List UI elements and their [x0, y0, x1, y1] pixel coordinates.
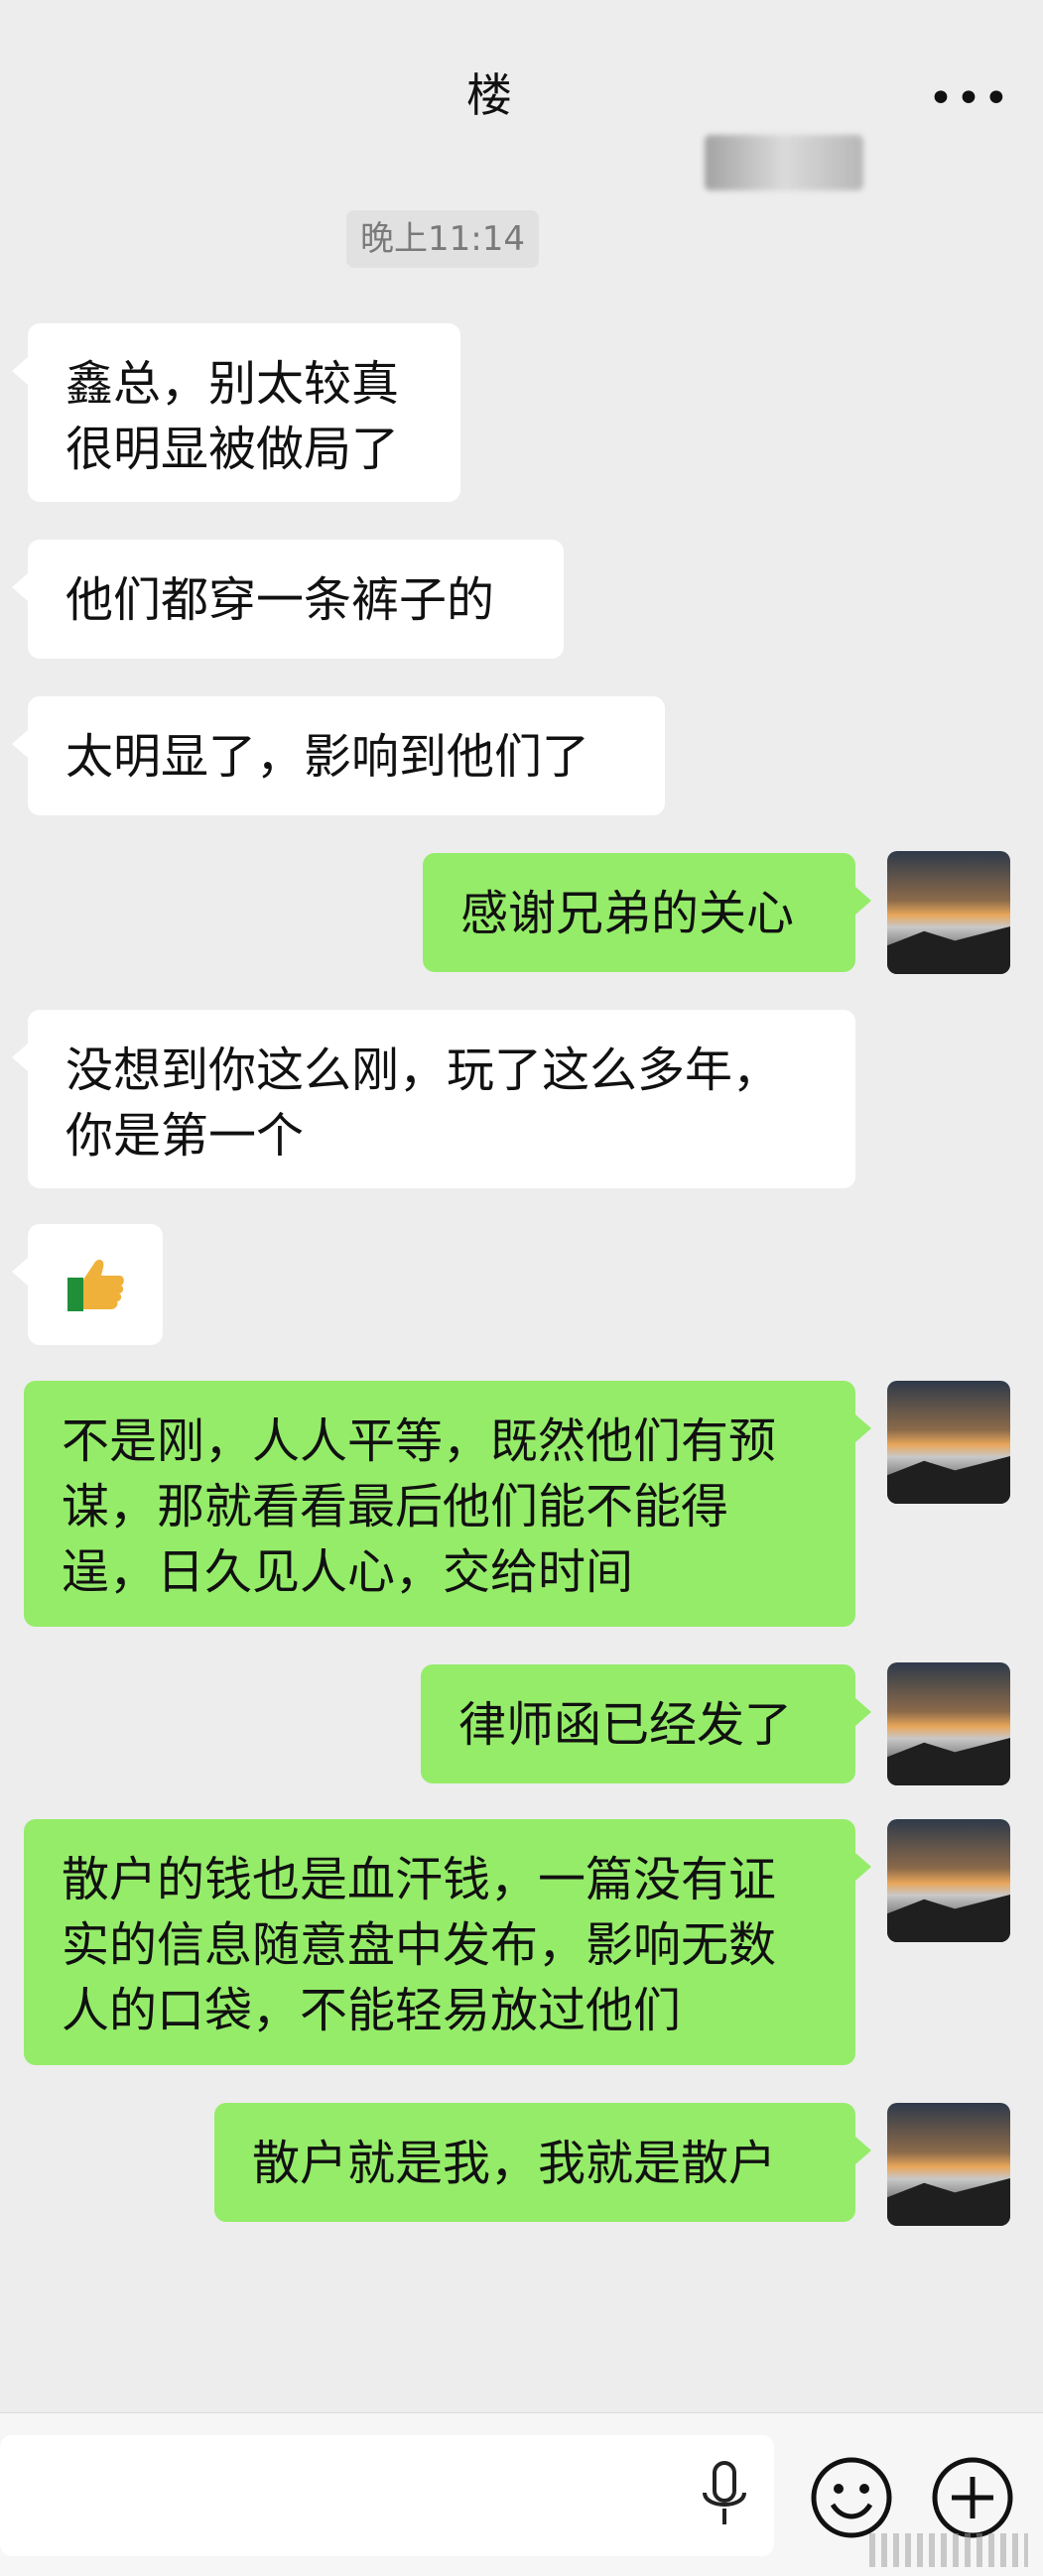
avatar[interactable] — [887, 1381, 1010, 1504]
message-bubble[interactable]: 散户的钱也是血汗钱，一篇没有证 实的信息随意盘中发布，影响无数 人的口袋，不能轻… — [24, 1819, 871, 2065]
thumbs-up-icon — [67, 1260, 124, 1311]
blurred-name — [705, 135, 863, 190]
message-bubble[interactable]: 散户就是我，我就是散户 — [214, 2103, 871, 2222]
more-dots-icon[interactable]: ••• — [928, 77, 1009, 121]
message-input[interactable] — [0, 2435, 774, 2556]
plus-icon[interactable] — [930, 2455, 1015, 2540]
message-bubble[interactable]: 感谢兄弟的关心 — [423, 853, 871, 972]
message-bubble[interactable]: 没想到你这么刚，玩了这么多年， 你是第一个 — [12, 1010, 855, 1188]
message-bubble[interactable]: 太明显了，影响到他们了 — [12, 696, 665, 815]
chat-title: 楼 — [352, 67, 863, 190]
chat-header: 楼 ••• — [0, 0, 1043, 190]
emoji-bubble[interactable] — [12, 1224, 163, 1345]
emoji-icon[interactable] — [809, 2455, 894, 2540]
avatar-ridge — [887, 1895, 1010, 1942]
microphone-icon[interactable] — [695, 2459, 754, 2532]
avatar-ridge — [887, 2178, 1010, 2226]
message-bubble[interactable]: 鑫总，别太较真 很明显被做局了 — [12, 323, 460, 502]
watermark — [869, 2533, 1028, 2567]
message-bubble[interactable]: 律师函已经发了 — [421, 1664, 871, 1783]
avatar-ridge — [887, 1456, 1010, 1504]
avatar-ridge — [887, 1738, 1010, 1785]
avatar[interactable] — [887, 1819, 1010, 1942]
message-bubble[interactable]: 不是刚，人人平等，既然他们有预 谋，那就看看最后他们能不能得 逞，日久见人心，交… — [24, 1381, 871, 1627]
avatar[interactable] — [887, 1662, 1010, 1785]
avatar-ridge — [887, 926, 1010, 974]
avatar[interactable] — [887, 2103, 1010, 2226]
message-bubble[interactable]: 他们都穿一条裤子的 — [12, 540, 564, 659]
timestamp: 晚上11:14 — [346, 210, 539, 268]
avatar[interactable] — [887, 851, 1010, 974]
chat-title-text: 楼 — [466, 68, 512, 122]
